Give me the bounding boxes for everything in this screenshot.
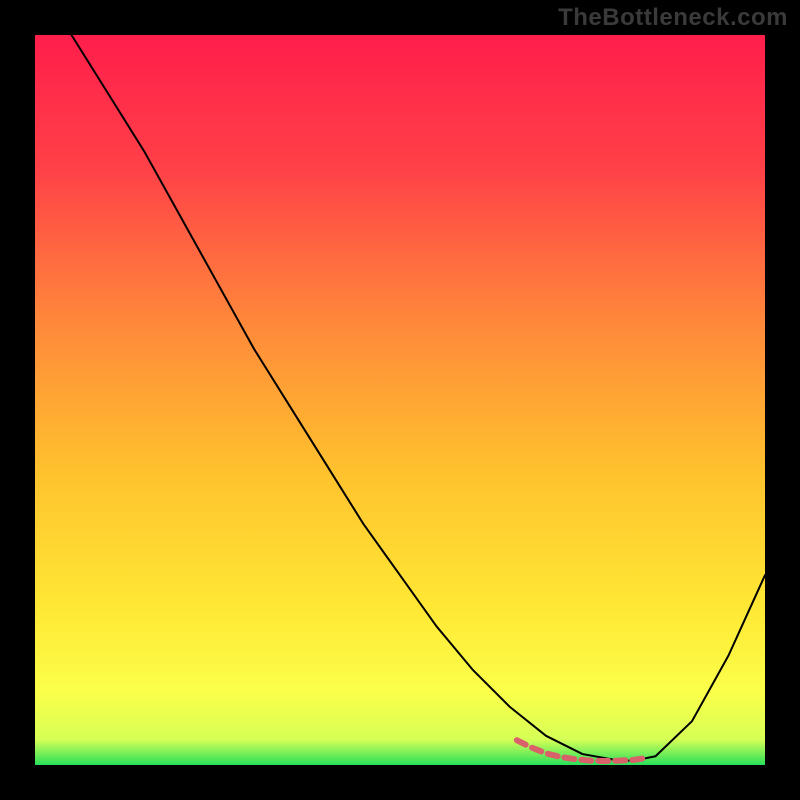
gradient-background (35, 35, 765, 765)
watermark-text: TheBottleneck.com (558, 4, 788, 32)
chart-frame: TheBottleneck.com (0, 0, 800, 800)
chart-svg (35, 35, 765, 765)
chart-plot-area (35, 35, 765, 765)
